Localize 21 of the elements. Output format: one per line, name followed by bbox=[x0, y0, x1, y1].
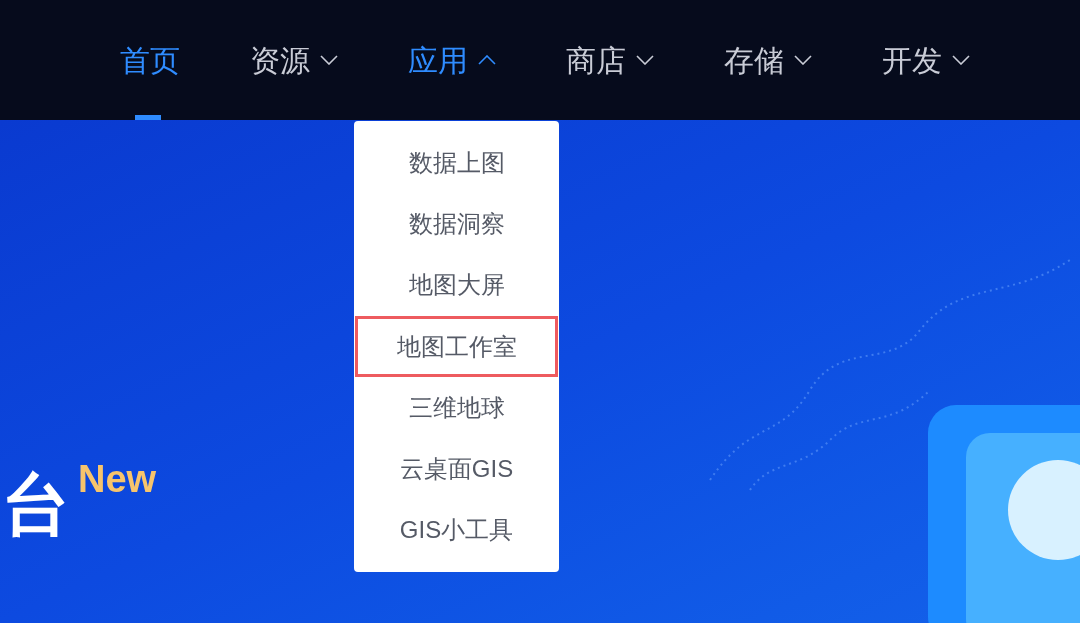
chevron-up-icon bbox=[478, 55, 496, 65]
menu-item[interactable]: 三维地球 bbox=[354, 377, 559, 439]
chevron-down-icon bbox=[636, 55, 654, 65]
nav-item[interactable]: 应用 bbox=[408, 0, 496, 120]
chevron-down-icon bbox=[320, 55, 338, 65]
nav-item[interactable]: 开发 bbox=[882, 0, 970, 120]
menu-item[interactable]: 云桌面GIS bbox=[354, 438, 559, 500]
menu-item[interactable]: 数据洞察 bbox=[354, 193, 559, 255]
nav-item[interactable]: 存储 bbox=[724, 0, 812, 120]
nav-item[interactable]: 资源 bbox=[250, 0, 338, 120]
chevron-down-icon bbox=[794, 55, 812, 65]
menu-item[interactable]: 地图工作室 bbox=[355, 315, 558, 378]
chevron-down-icon bbox=[952, 55, 970, 65]
nav-item[interactable]: 商店 bbox=[566, 0, 654, 120]
menu-item[interactable]: GIS小工具 bbox=[354, 499, 559, 562]
new-label: New bbox=[78, 460, 157, 498]
menu-item[interactable]: 数据上图 bbox=[354, 132, 559, 194]
nav-item[interactable]: 首页 bbox=[120, 0, 180, 120]
hero-title: 台 bbox=[2, 470, 70, 538]
active-underline bbox=[135, 115, 161, 120]
menu-item[interactable]: 地图大屏 bbox=[354, 254, 559, 316]
